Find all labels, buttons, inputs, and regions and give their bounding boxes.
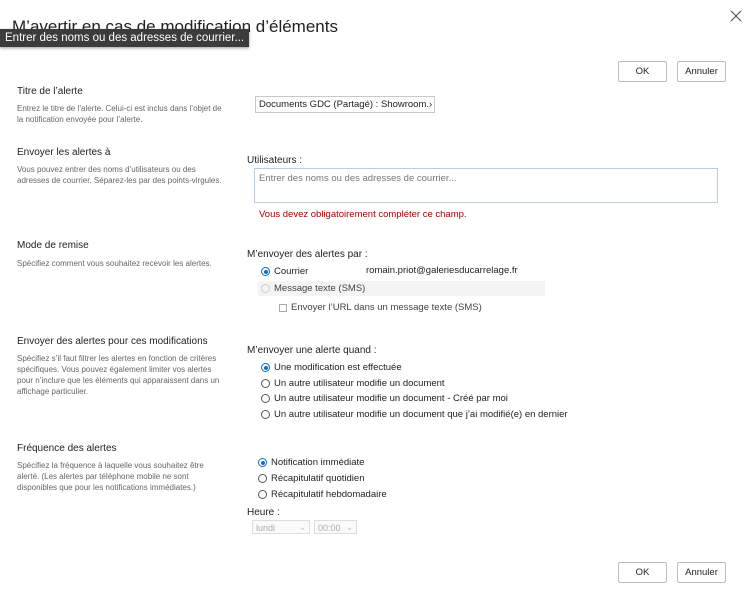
frequency-option-3[interactable]: Récapitulatif hebdomadaire bbox=[258, 489, 387, 500]
close-icon[interactable] bbox=[728, 8, 744, 24]
change-option-2[interactable]: Un autre utilisateur modifie un document bbox=[261, 378, 445, 389]
tooltip: Entrer des noms ou des adresses de courr… bbox=[0, 29, 250, 47]
time-select[interactable]: 00:00 ⌄ bbox=[314, 520, 357, 534]
radio-selected-icon[interactable] bbox=[261, 363, 270, 372]
checkbox-icon[interactable] bbox=[279, 303, 287, 312]
radio-icon[interactable] bbox=[258, 474, 267, 483]
alert-title-description: Entrez le titre de l’alerte. Celui-ci es… bbox=[17, 104, 222, 124]
frequency-option-1[interactable]: Notification immédiate bbox=[258, 457, 364, 468]
users-error-message: Vous devez obligatoirement compléter ce … bbox=[259, 209, 467, 220]
delivery-heading: Mode de remise bbox=[17, 240, 89, 251]
sms-url-checkbox-option[interactable]: Envoyer l’URL dans un message texte (SMS… bbox=[279, 302, 482, 313]
time-select-value: 00:00 bbox=[318, 523, 341, 533]
change-option-4[interactable]: Un autre utilisateur modifie un document… bbox=[261, 409, 568, 420]
frequency-option-label: Récapitulatif quotidien bbox=[271, 473, 365, 484]
users-label: Utilisateurs : bbox=[247, 155, 303, 166]
change-option-3[interactable]: Un autre utilisateur modifie un document… bbox=[261, 393, 508, 404]
frequency-option-2[interactable]: Récapitulatif quotidien bbox=[258, 473, 364, 484]
delivery-email-option[interactable]: Courrier bbox=[261, 266, 308, 277]
cancel-button-bottom[interactable]: Annuler bbox=[677, 562, 726, 583]
radio-icon[interactable] bbox=[261, 379, 270, 388]
change-option-1[interactable]: Une modification est effectuée bbox=[261, 362, 402, 373]
ok-button-top[interactable]: OK bbox=[618, 61, 667, 82]
delivery-description: Spécifiez comment vous souhaitez recevoi… bbox=[17, 259, 212, 268]
alert-title-input[interactable]: Documents GDC (Partagé) : Showroom.› bbox=[255, 96, 435, 113]
users-input[interactable]: Entrer des noms ou des adresses de courr… bbox=[254, 168, 718, 203]
send-to-heading: Envoyer les alertes à bbox=[17, 147, 111, 158]
change-option-label: Un autre utilisateur modifie un document bbox=[274, 378, 445, 389]
delivery-sms-option[interactable]: Message texte (SMS) bbox=[261, 283, 365, 294]
send-to-description: Vous pouvez entrer des noms d’utilisateu… bbox=[17, 165, 222, 185]
delivery-sms-label: Message texte (SMS) bbox=[274, 283, 366, 294]
alert-title-heading: Titre de l’alerte bbox=[17, 86, 83, 97]
chevron-down-icon: ⌄ bbox=[299, 523, 306, 532]
radio-selected-icon[interactable] bbox=[258, 458, 267, 467]
sms-url-label: Envoyer l’URL dans un message texte (SMS… bbox=[291, 302, 482, 313]
radio-selected-icon[interactable] bbox=[261, 267, 270, 276]
changes-prompt: M’envoyer une alerte quand : bbox=[247, 345, 377, 356]
chevron-down-icon: ⌄ bbox=[346, 523, 353, 532]
frequency-option-label: Notification immédiate bbox=[271, 457, 365, 468]
radio-icon[interactable] bbox=[261, 394, 270, 403]
time-label: Heure : bbox=[247, 507, 280, 518]
cancel-button-top[interactable]: Annuler bbox=[677, 61, 726, 82]
frequency-description: Spécifiez la fréquence à laquelle vous s… bbox=[17, 461, 204, 492]
day-select[interactable]: lundi ⌄ bbox=[252, 520, 310, 534]
delivery-email-label: Courrier bbox=[274, 266, 309, 277]
delivery-prompt: M’envoyer des alertes par : bbox=[247, 249, 368, 260]
radio-disabled-icon[interactable] bbox=[261, 284, 270, 293]
frequency-option-label: Récapitulatif hebdomadaire bbox=[271, 489, 387, 500]
ok-button-bottom[interactable]: OK bbox=[618, 562, 667, 583]
change-option-label: Un autre utilisateur modifie un document… bbox=[274, 393, 508, 404]
change-option-label: Une modification est effectuée bbox=[274, 362, 402, 373]
radio-icon[interactable] bbox=[261, 410, 270, 419]
day-select-value: lundi bbox=[256, 523, 276, 533]
radio-icon[interactable] bbox=[258, 490, 267, 499]
change-option-label: Un autre utilisateur modifie un document… bbox=[274, 409, 568, 420]
changes-description: Spécifiez s’il faut filtrer les alertes … bbox=[17, 354, 220, 396]
delivery-email-address: romain.priot@galeriesducarrelage.fr bbox=[366, 265, 518, 276]
frequency-heading: Fréquence des alertes bbox=[17, 443, 117, 454]
changes-heading: Envoyer des alertes pour ces modificatio… bbox=[17, 336, 208, 347]
